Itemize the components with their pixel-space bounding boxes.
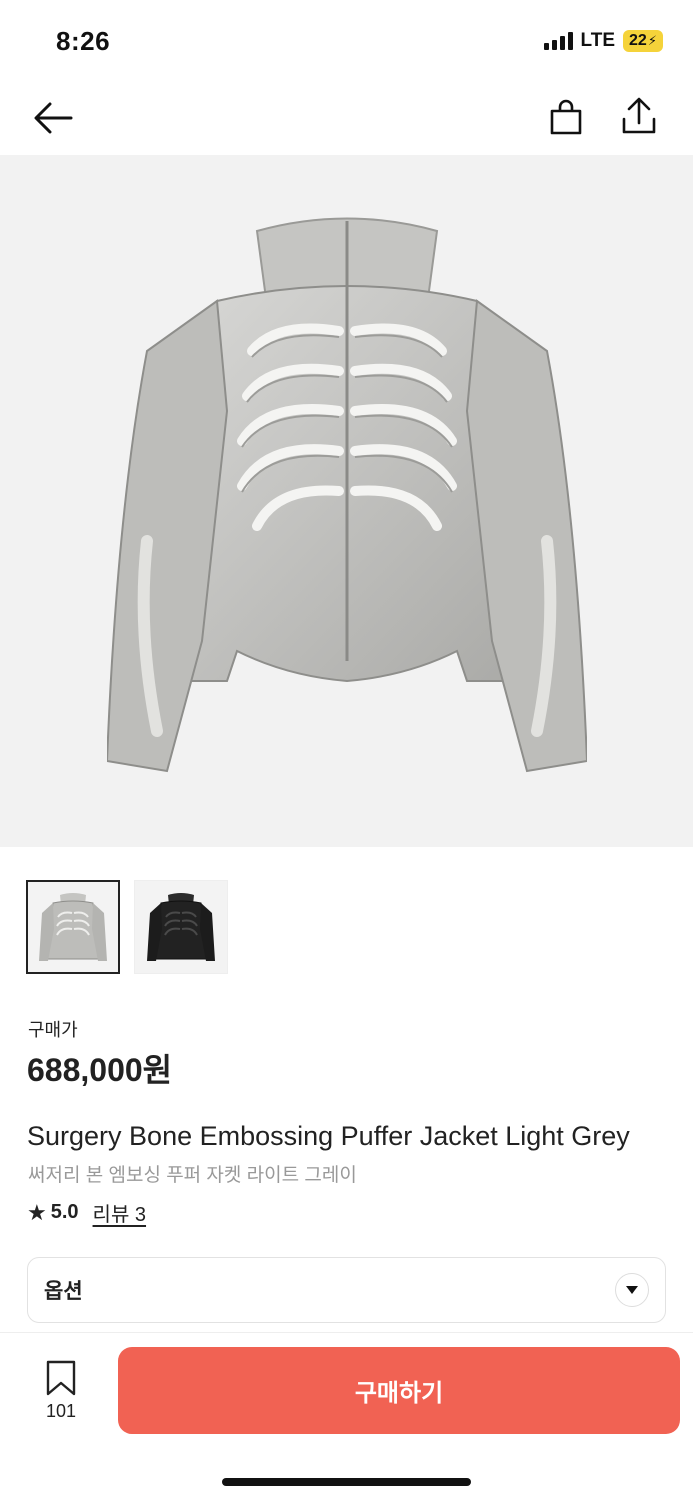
cart-button[interactable] xyxy=(544,94,588,140)
buy-button[interactable]: 구매하기 xyxy=(118,1347,680,1434)
price-label: 구매가 xyxy=(28,1020,78,1040)
star-icon: ★ xyxy=(27,1199,47,1225)
bookmark-icon xyxy=(46,1360,76,1396)
home-indicator[interactable] xyxy=(222,1478,471,1486)
chevron-down-icon xyxy=(615,1273,649,1307)
status-bar: 8:26 LTE 22 ⚡ xyxy=(0,0,693,80)
jacket-thumbnail-black xyxy=(147,893,215,961)
status-indicators: LTE 22 ⚡ xyxy=(543,30,663,52)
rating: ★ 5.0 리뷰 3 xyxy=(27,1198,146,1227)
jacket-photo xyxy=(106,217,587,773)
battery-indicator: 22 ⚡ xyxy=(623,30,663,52)
product-title: Surgery Bone Embossing Puffer Jacket Lig… xyxy=(27,1121,630,1151)
thumbnail-black[interactable] xyxy=(134,880,228,974)
rating-score: 5.0 xyxy=(50,1201,79,1223)
option-label: 옵션 xyxy=(44,1280,83,1303)
share-icon xyxy=(622,97,656,134)
network-type: LTE xyxy=(580,30,615,51)
jacket-thumbnail-grey xyxy=(39,893,107,961)
nav-bar xyxy=(0,82,693,154)
signal-icon xyxy=(543,32,573,50)
arrow-left-icon xyxy=(34,102,73,134)
status-time: 8:26 xyxy=(56,26,111,56)
share-button[interactable] xyxy=(616,92,662,140)
option-select[interactable]: 옵션 xyxy=(27,1257,666,1323)
price: 688,000원 xyxy=(27,1052,173,1088)
thumbnail-list xyxy=(26,880,228,974)
wishlist-count: 101 xyxy=(45,1401,77,1421)
bottom-action-bar: 101 구매하기 xyxy=(0,1332,693,1500)
shopping-bag-icon xyxy=(550,99,582,135)
battery-level: 22 xyxy=(629,32,647,49)
product-title-korean: 써저리 본 엠보싱 푸퍼 자켓 라이트 그레이 xyxy=(28,1165,357,1186)
back-button[interactable] xyxy=(28,96,78,140)
review-link[interactable]: 리뷰 3 xyxy=(93,1198,146,1227)
product-image[interactable] xyxy=(0,155,693,847)
thumbnail-light-grey[interactable] xyxy=(26,880,120,974)
wishlist-button[interactable]: 101 xyxy=(40,1359,82,1422)
